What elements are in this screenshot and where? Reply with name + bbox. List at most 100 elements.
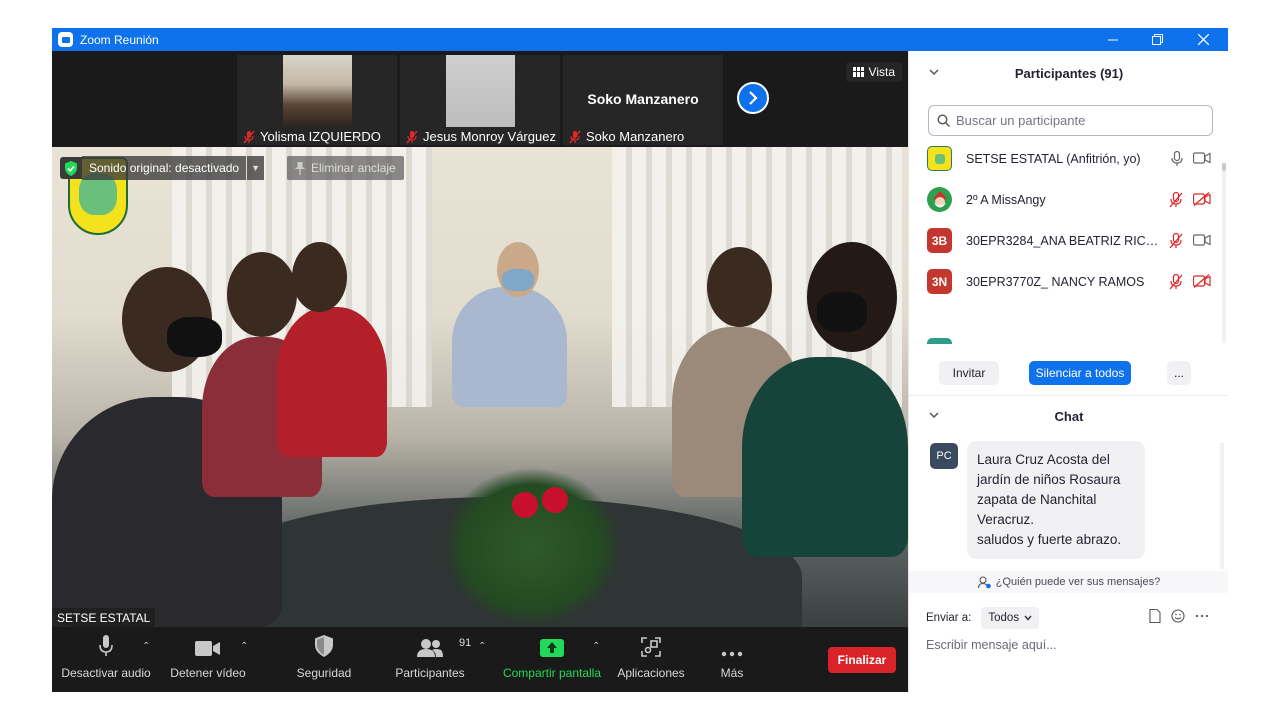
chevron-down-icon[interactable]: ▼ — [247, 156, 265, 180]
participant-name: 2º A MissAngy — [966, 192, 1046, 207]
send-to-row: Enviar a: Todos — [926, 607, 1040, 629]
muted-mic-icon[interactable] — [1169, 273, 1183, 290]
video-camera-icon[interactable] — [1193, 233, 1211, 247]
participant-row[interactable]: 3N 30EPR3770Z_ NANCY RAMOS — [909, 261, 1221, 302]
participants-scrollbar[interactable] — [1222, 163, 1226, 343]
unpin-button[interactable]: Eliminar anclaje — [287, 156, 404, 180]
person-info-icon — [977, 575, 991, 588]
meeting-area: Yolisma IZQUIERDO Jesus Monroy Várguez S… — [52, 51, 908, 692]
next-page-button[interactable] — [737, 82, 769, 114]
participant-row[interactable]: 2º A MissAngy — [909, 179, 1221, 220]
chat-scrollbar[interactable] — [1220, 443, 1224, 569]
share-screen-button[interactable]: Compartir pantalla — [498, 627, 606, 692]
avatar: 3N — [927, 269, 952, 294]
apps-button[interactable]: Aplicaciones — [612, 627, 690, 692]
participants-more-button[interactable]: ... — [1167, 361, 1191, 385]
chat-header: Chat — [909, 404, 1228, 428]
restore-icon — [1151, 34, 1163, 45]
muted-mic-icon[interactable] — [1169, 191, 1183, 208]
participants-button[interactable]: 91 Participantes — [390, 627, 472, 692]
chevron-down-icon[interactable] — [927, 408, 941, 422]
minimize-icon — [1108, 39, 1118, 40]
side-panel: Participantes (91) SETSE ESTATAL (Anfitr… — [908, 51, 1228, 692]
participant-name: 30EPR3770Z_ NANCY RAMOS — [966, 274, 1145, 289]
more-button[interactable]: Más — [702, 627, 762, 692]
video-camera-icon[interactable] — [1193, 151, 1211, 165]
participant-name: Jesus Monroy Várguez — [423, 129, 556, 144]
chevron-down-icon[interactable] — [927, 65, 941, 79]
divider — [909, 395, 1228, 396]
participant-name: SETSE ESTATAL (Anfitrión, yo) — [966, 151, 1141, 166]
unpin-label: Eliminar anclaje — [311, 161, 396, 175]
avatar — [927, 146, 952, 171]
search-icon — [937, 114, 950, 127]
mute-all-button[interactable]: Silenciar a todos — [1029, 361, 1131, 385]
shield-check-icon — [65, 160, 77, 176]
chevron-right-icon — [749, 91, 758, 105]
participant-row[interactable]: SETSE ESTATAL (Anfitrión, yo) — [909, 138, 1221, 179]
participant-thumbnail[interactable]: Yolisma IZQUIERDO — [237, 55, 397, 145]
restore-button[interactable] — [1134, 28, 1180, 51]
audio-options-caret-icon[interactable]: ⌃ — [142, 641, 150, 652]
more-dots-icon — [721, 651, 743, 657]
chat-tools — [1149, 609, 1209, 623]
gallery-strip: Yolisma IZQUIERDO Jesus Monroy Várguez S… — [52, 51, 908, 147]
santa-avatar-icon — [932, 190, 947, 207]
view-button[interactable]: Vista — [845, 62, 902, 82]
participants-header: Participantes (91) — [909, 61, 1228, 85]
minimize-button[interactable] — [1090, 28, 1136, 51]
video-off-icon[interactable] — [1193, 273, 1211, 288]
microphone-icon[interactable] — [1171, 150, 1183, 167]
grid-icon — [852, 67, 864, 77]
stop-video-button[interactable]: Detener vídeo — [164, 627, 252, 692]
title-bar: Zoom Reunión — [52, 28, 1228, 51]
close-icon — [1197, 34, 1209, 45]
muted-mic-icon — [569, 130, 581, 143]
participant-row[interactable]: 3B 30EPR3284_ANA BEATRIZ RICARDEZ — [909, 220, 1221, 261]
chevron-down-icon — [1024, 615, 1032, 621]
pin-icon — [295, 161, 305, 175]
chat-message-input[interactable] — [926, 638, 1216, 652]
apps-icon — [641, 637, 661, 657]
search-input[interactable] — [956, 113, 1196, 128]
muted-mic-icon — [406, 130, 418, 143]
close-button[interactable] — [1180, 28, 1226, 51]
chat-sender-avatar: PC — [930, 443, 958, 469]
video-options-caret-icon[interactable]: ⌃ — [240, 641, 248, 652]
share-options-caret-icon[interactable]: ⌃ — [592, 641, 600, 652]
more-dots-icon[interactable] — [1195, 609, 1209, 623]
zoom-logo-icon — [58, 32, 73, 47]
participants-icon — [417, 639, 443, 657]
who-can-see-link[interactable]: ¿Quién puede ver sus mensajes? — [909, 571, 1228, 593]
avatar — [927, 187, 952, 212]
muted-mic-icon[interactable] — [1169, 232, 1183, 249]
participant-video — [283, 55, 352, 127]
share-screen-label: Compartir pantalla — [502, 666, 602, 680]
main-video: Sonido original: desactivado ▼ Eliminar … — [52, 147, 908, 627]
participant-thumbnail[interactable]: Jesus Monroy Várguez — [400, 55, 560, 145]
file-icon[interactable] — [1149, 609, 1161, 623]
mute-audio-label: Desactivar audio — [61, 666, 151, 680]
partial-avatar — [927, 338, 952, 344]
participant-search[interactable] — [928, 105, 1213, 136]
original-sound-badge[interactable]: Sonido original: desactivado ▼ — [60, 156, 265, 180]
send-to-select[interactable]: Todos — [981, 607, 1040, 629]
invite-button[interactable]: Invitar — [939, 361, 999, 385]
apps-label: Aplicaciones — [617, 666, 685, 680]
emoji-icon[interactable] — [1171, 609, 1185, 623]
video-off-icon[interactable] — [1193, 191, 1211, 206]
participants-options-caret-icon[interactable]: ⌃ — [478, 641, 486, 652]
participant-thumbnail[interactable]: Soko Manzanero Soko Manzanero — [563, 55, 723, 145]
participants-count: 91 — [459, 637, 472, 649]
original-sound-label: Sonido original: desactivado — [82, 156, 247, 180]
participants-title: Participantes (91) — [1014, 65, 1124, 81]
more-label: Más — [720, 666, 744, 680]
participants-label: Participantes — [395, 666, 465, 680]
meeting-toolbar: Desactivar audio ⌃ Detener vídeo ⌃ Segur… — [52, 627, 908, 692]
security-button[interactable]: Seguridad — [284, 627, 364, 692]
end-meeting-button[interactable]: Finalizar — [828, 647, 896, 673]
video-camera-icon — [195, 641, 220, 656]
send-to-label: Enviar a: — [926, 612, 972, 624]
mute-audio-button[interactable]: Desactivar audio — [61, 627, 151, 692]
window-title: Zoom Reunión — [80, 32, 159, 47]
